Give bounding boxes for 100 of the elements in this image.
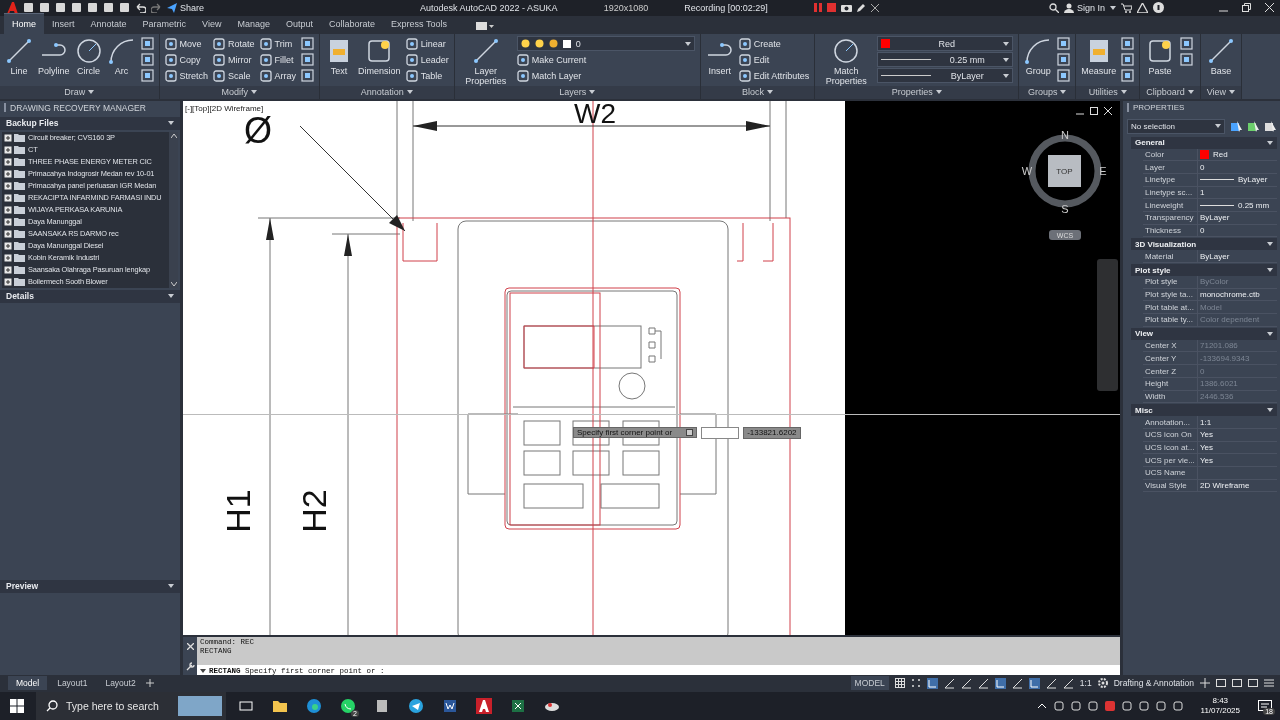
- caret-icon[interactable]: [1003, 41, 1010, 46]
- view-cube-label[interactable]: TOP: [1056, 166, 1073, 176]
- caret-icon[interactable]: [589, 90, 596, 95]
- ribbon-tool[interactable]: Linear: [405, 37, 449, 50]
- browser-icon[interactable]: [306, 698, 322, 714]
- panel-title[interactable]: Draw: [0, 85, 159, 99]
- ribbon-tool[interactable]: Paste: [1145, 35, 1175, 76]
- grid-icon[interactable]: [894, 678, 905, 689]
- ribbon-tool[interactable]: Table: [405, 69, 449, 82]
- ribbon-tab[interactable]: Express Tools: [383, 13, 455, 34]
- section-header[interactable]: Details: [0, 289, 180, 303]
- property-value[interactable]: 1:1: [1197, 416, 1277, 428]
- view-cube-label[interactable]: E: [1099, 164, 1107, 177]
- tool-icon[interactable]: [140, 53, 154, 67]
- ribbon-tool[interactable]: Create: [738, 37, 810, 50]
- ribbon-tool[interactable]: Layer Properties: [459, 35, 512, 86]
- property-value[interactable]: 0: [1197, 224, 1277, 237]
- caret-icon[interactable]: [1110, 5, 1116, 10]
- ribbon-tool[interactable]: Fillet: [259, 53, 297, 66]
- ribbon-tool[interactable]: Group: [1024, 35, 1053, 76]
- annotation-scale[interactable]: 1:1: [1079, 678, 1092, 689]
- ribbon-tool[interactable]: Match Layer: [516, 69, 695, 82]
- clock[interactable]: 8:43 11/07/2025: [1200, 696, 1240, 716]
- property-value[interactable]: 0: [1197, 161, 1277, 173]
- tool-icon[interactable]: [1121, 53, 1135, 67]
- search-icon[interactable]: [1048, 2, 1059, 13]
- ribbon-tool[interactable]: Insert: [705, 35, 734, 76]
- caret-icon[interactable]: [1060, 90, 1067, 95]
- recording-icon[interactable]: [1104, 701, 1115, 711]
- ribbon-tab[interactable]: View: [194, 13, 230, 34]
- pause-icon[interactable]: [813, 3, 822, 13]
- tool-icon[interactable]: [1057, 37, 1071, 51]
- ribbon-tool[interactable]: Base: [1205, 35, 1237, 76]
- ribbon-tab[interactable]: Manage: [229, 13, 278, 34]
- spreadsheet-icon[interactable]: [510, 698, 526, 714]
- panel-title[interactable]: Annotation: [320, 85, 454, 99]
- ribbon-tool[interactable]: Stretch: [164, 69, 209, 82]
- section-header[interactable]: Misc: [1131, 404, 1277, 417]
- start-icon[interactable]: [10, 699, 24, 713]
- property-value[interactable]: monochrome.ctb: [1197, 288, 1277, 301]
- view-cube-label[interactable]: N: [1061, 128, 1069, 141]
- view-cube-label[interactable]: W: [1021, 164, 1033, 177]
- section-header[interactable]: Backup Files: [0, 116, 180, 130]
- ribbon-tool[interactable]: Move: [164, 37, 209, 50]
- panel-title[interactable]: Modify: [159, 85, 320, 99]
- panel-title[interactable]: Properties: [815, 85, 1019, 99]
- wrench-icon[interactable]: [185, 661, 195, 671]
- caret-icon[interactable]: [1187, 90, 1194, 95]
- layout-tab[interactable]: Model: [8, 676, 48, 691]
- property-value[interactable]: Yes: [1197, 441, 1277, 454]
- tool-icon[interactable]: [1121, 37, 1135, 51]
- view-cube-label[interactable]: S: [1061, 202, 1069, 215]
- panel-title[interactable]: Clipboard: [1140, 85, 1200, 99]
- ribbon-tab[interactable]: Collaborate: [321, 13, 384, 34]
- ribbon-tool[interactable]: Array: [259, 69, 297, 82]
- close-icon[interactable]: [870, 3, 879, 12]
- lineweight-dropdown[interactable]: 0.25 mm: [877, 52, 1014, 68]
- tool-icon[interactable]: [1179, 37, 1193, 51]
- ribbon-tool[interactable]: Line: [5, 35, 33, 76]
- notification-icon[interactable]: [1258, 700, 1272, 712]
- layout-tab[interactable]: Layout1: [49, 676, 96, 691]
- ribbon-tool[interactable]: Make Current: [516, 53, 695, 66]
- caret-icon[interactable]: [684, 41, 691, 46]
- redo-icon[interactable]: [151, 2, 162, 14]
- property-value[interactable]: ByLayer: [1197, 173, 1277, 186]
- send-icon[interactable]: [408, 698, 424, 714]
- property-value[interactable]: ByLayer: [1197, 211, 1277, 224]
- ribbon-tool[interactable]: Match Properties: [820, 35, 873, 86]
- caret-icon[interactable]: [1003, 73, 1010, 78]
- add-tab-icon[interactable]: [145, 679, 154, 688]
- property-value[interactable]: Red: [1197, 148, 1277, 161]
- ribbon-tool[interactable]: Scale: [213, 69, 255, 82]
- ribbon-tool[interactable]: Copy: [164, 53, 209, 66]
- panel-title[interactable]: Utilities: [1076, 85, 1140, 99]
- viewport-label[interactable]: [-][Top][2D Wireframe]: [185, 103, 264, 113]
- lineweight-icon[interactable]: [994, 677, 1006, 689]
- settings-icon[interactable]: [1097, 678, 1108, 689]
- ribbon-tool[interactable]: Rotate: [213, 37, 255, 50]
- snap-icon[interactable]: [910, 678, 921, 689]
- panel-title[interactable]: Layers: [454, 85, 700, 99]
- caret-icon[interactable]: [88, 90, 95, 95]
- files-icon[interactable]: [374, 698, 390, 714]
- app-logo-icon[interactable]: [6, 1, 18, 14]
- document-icon[interactable]: [442, 698, 458, 714]
- workspace-switcher[interactable]: Drafting & Annotation: [1113, 678, 1194, 689]
- tool-icon[interactable]: [1057, 53, 1071, 67]
- pencil-icon[interactable]: [856, 3, 866, 13]
- section-header[interactable]: 3D Visualization: [1131, 238, 1277, 251]
- ribbon-tool[interactable]: Arc: [107, 35, 136, 76]
- ribbon-tool[interactable]: Mirror: [213, 53, 255, 66]
- tool-icon[interactable]: [140, 37, 154, 51]
- property-value[interactable]: 0.25 mm: [1197, 199, 1277, 211]
- ribbon-tool[interactable]: Edit Attributes: [738, 69, 810, 82]
- chevron-up-icon[interactable]: [1036, 701, 1047, 711]
- caret-icon[interactable]: [406, 90, 413, 95]
- panel-title[interactable]: View: [1200, 85, 1242, 99]
- options-icon[interactable]: [686, 429, 694, 437]
- tool-icon[interactable]: [1179, 53, 1193, 67]
- select-tool-icon[interactable]: [1231, 120, 1242, 132]
- share-button[interactable]: Share: [167, 2, 205, 13]
